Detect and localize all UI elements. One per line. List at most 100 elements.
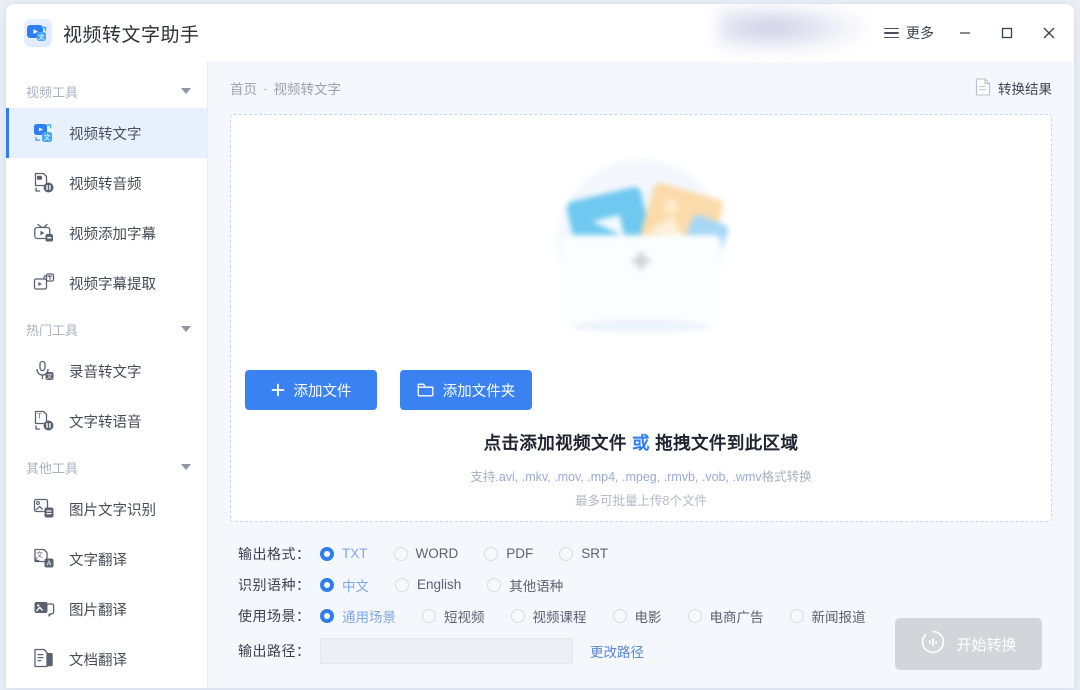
sidebar-item-label: 文字翻译 (69, 552, 127, 569)
sidebar-group-label: 视频工具 (26, 84, 79, 100)
more-button-label: 更多 (906, 25, 934, 41)
sidebar-item-label: 视频转文字 (69, 126, 142, 143)
sidebar-item-label: 文字转语音 (69, 414, 142, 431)
svg-text:文: 文 (44, 133, 51, 142)
language-row: 识别语种： 中文 English 其他语种 (238, 569, 1052, 600)
radio-format-txt[interactable]: TXT (320, 546, 368, 561)
conversion-result-button[interactable]: 转换结果 (975, 77, 1052, 99)
radio-scene-ecommerce-ad[interactable]: 电商广告 (687, 606, 764, 626)
conversion-result-label: 转换结果 (998, 82, 1052, 97)
folder-icon (417, 383, 434, 397)
support-formats: .avi, .mkv, .mov, .mp4, .mpeg, .rmvb, .v… (495, 470, 762, 484)
maximize-icon[interactable] (986, 13, 1028, 53)
sidebar-item-document-translate[interactable]: 文档翻译 (6, 634, 207, 684)
start-conversion-label: 开始转换 (956, 636, 1017, 654)
sidebar-item-label: 视频添加字幕 (69, 226, 156, 243)
video-extract-subtitle-icon (32, 271, 56, 295)
chevron-down-icon (181, 464, 191, 470)
radio-dot (393, 546, 408, 561)
radio-dot (395, 577, 409, 592)
radio-dot (789, 608, 804, 623)
radio-label: TXT (342, 546, 368, 561)
image-ocr-icon (32, 497, 56, 521)
sidebar-item-image-ocr[interactable]: 图片文字识别 (6, 484, 207, 534)
radio-label: SRT (581, 546, 609, 561)
file-dropzone[interactable]: 点击添加视频文件 或 拖拽文件到此区域 支持.avi, .mkv, .mov, … (230, 114, 1052, 522)
dropzone-title: 点击添加视频文件 或 拖拽文件到此区域 (231, 430, 1051, 455)
dropzone-supported-formats: 支持.avi, .mkv, .mov, .mp4, .mpeg, .rmvb, … (231, 466, 1051, 485)
output-path-label: 输出路径： (238, 642, 311, 659)
radio-dot (559, 546, 574, 561)
hamburger-menu-icon (884, 25, 899, 42)
dropzone-title-or: 或 (632, 433, 650, 453)
change-path-button[interactable]: 更改路径 (590, 641, 644, 661)
radio-format-srt[interactable]: SRT (559, 546, 608, 561)
close-icon[interactable] (1028, 13, 1070, 53)
sidebar-item-text-translate[interactable]: 文 A 文字翻译 (6, 534, 207, 584)
sidebar-item-audio-to-text[interactable]: 文 录音转文字 (6, 346, 207, 396)
output-path-input[interactable] (320, 637, 573, 664)
svg-text:T: T (36, 413, 42, 421)
text-to-speech-icon: T (32, 409, 56, 433)
sidebar-item-label: 录音转文字 (69, 364, 142, 381)
add-folder-button[interactable]: 添加文件夹 (400, 370, 532, 410)
more-button[interactable]: 更多 (874, 17, 944, 49)
app-window: 文 视频转文字助手 更多 视频工具 文 视频转文字 视频转音频 视频添加字幕 视… (6, 4, 1074, 688)
sidebar-item-label: 图片翻译 (69, 602, 127, 619)
app-title: 视频转文字助手 (63, 24, 200, 46)
sidebar-item-image-translate[interactable]: 图片翻译 (6, 584, 207, 634)
svg-text:文: 文 (38, 32, 45, 41)
sidebar-group-video-tools[interactable]: 视频工具 (6, 74, 207, 108)
radio-scene-short-video[interactable]: 短视频 (422, 606, 485, 626)
radio-language-other[interactable]: 其他语种 (487, 575, 563, 595)
video-to-text-icon: 文 (32, 121, 56, 145)
sidebar-item-video-to-audio[interactable]: 视频转音频 (6, 158, 207, 208)
output-format-label: 输出格式： (238, 545, 311, 562)
app-body: 视频工具 文 视频转文字 视频转音频 视频添加字幕 视频字幕提取 热门工具 文 … (6, 62, 1074, 688)
radio-scene-news[interactable]: 新闻报道 (789, 606, 866, 626)
radio-label: 新闻报道 (811, 609, 866, 625)
radio-scene-video-course[interactable]: 视频课程 (510, 606, 587, 626)
dropzone-batch-note: 最多可批量上传8个文件 (575, 494, 707, 508)
options-panel: 输出格式： TXT WORD PDF SRT 识别语种： 中文 English … (230, 522, 1052, 688)
video-to-audio-icon (32, 171, 56, 195)
document-result-icon (975, 77, 991, 99)
sidebar-group-label: 热门工具 (26, 322, 79, 338)
svg-text:文: 文 (36, 550, 43, 559)
sidebar-group-label: 其他工具 (26, 460, 79, 476)
breadcrumb-home[interactable]: 首页 (230, 78, 257, 98)
radio-format-pdf[interactable]: PDF (484, 546, 533, 561)
add-folder-button-label: 添加文件夹 (442, 383, 516, 400)
radio-dot (484, 546, 499, 561)
text-translate-icon: 文 A (32, 547, 56, 571)
radio-dot (510, 608, 525, 623)
radio-label: 通用场景 (342, 609, 396, 625)
radio-language-english[interactable]: English (395, 577, 461, 592)
sidebar-item-video-extract-subtitle[interactable]: 视频字幕提取 (6, 258, 207, 308)
radio-scene-movie[interactable]: 电影 (612, 606, 662, 626)
start-conversion-button[interactable]: 开始转换 (895, 618, 1042, 670)
breadcrumb-row: 首页 - 视频转文字 转换结果 (230, 62, 1052, 114)
output-format-row: 输出格式： TXT WORD PDF SRT (238, 538, 1052, 569)
radio-scene-general[interactable]: 通用场景 (320, 606, 396, 626)
sidebar-item-label: 视频转音频 (69, 176, 142, 193)
sidebar: 视频工具 文 视频转文字 视频转音频 视频添加字幕 视频字幕提取 热门工具 文 … (6, 62, 208, 688)
title-bar-left: 文 视频转文字助手 (24, 19, 200, 47)
sidebar-item-video-to-text[interactable]: 文 视频转文字 (6, 108, 207, 158)
radio-dot (612, 608, 627, 623)
dropzone-title-main: 点击添加视频文件 (483, 433, 627, 453)
sidebar-group-hot-tools[interactable]: 热门工具 (6, 312, 207, 346)
sidebar-item-text-to-speech[interactable]: T 文字转语音 (6, 396, 207, 446)
radio-dot (320, 608, 334, 623)
radio-dot (422, 608, 436, 623)
radio-language-chinese[interactable]: 中文 (320, 575, 369, 595)
sidebar-item-video-add-subtitle[interactable]: 视频添加字幕 (6, 208, 207, 258)
add-file-button[interactable]: 添加文件 (245, 370, 377, 410)
minimize-icon[interactable] (944, 13, 986, 53)
breadcrumb-separator: - (263, 80, 268, 96)
radio-dot (320, 577, 334, 592)
radio-format-word[interactable]: WORD (393, 546, 458, 561)
sidebar-group-other-tools[interactable]: 其他工具 (6, 450, 207, 484)
radio-label: 短视频 (444, 609, 485, 625)
svg-text:文: 文 (46, 372, 52, 380)
